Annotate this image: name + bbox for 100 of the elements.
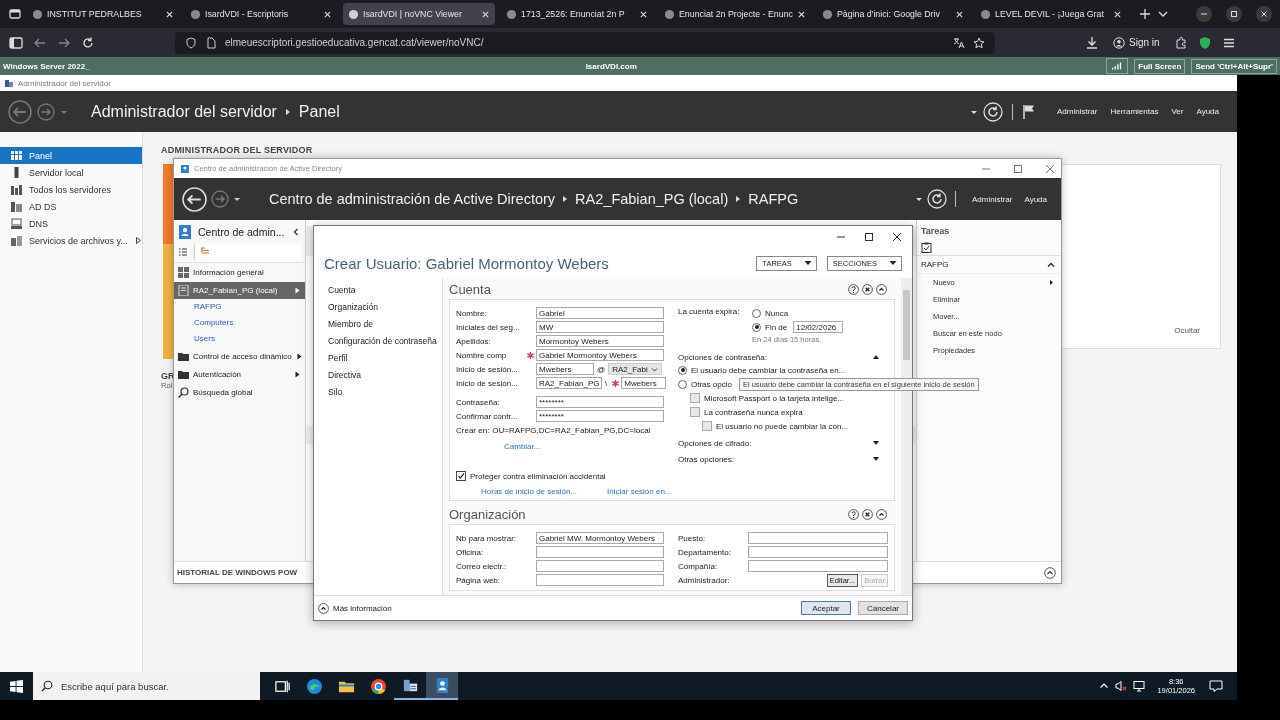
help-icon[interactable] bbox=[848, 283, 859, 295]
network-icon[interactable] bbox=[1133, 680, 1146, 692]
expand-arrow-icon[interactable] bbox=[134, 237, 142, 244]
plus-icon[interactable] bbox=[1139, 8, 1151, 20]
list-view-icon[interactable] bbox=[178, 247, 188, 257]
sidebar-item[interactable]: DNS bbox=[0, 215, 142, 232]
menu-item[interactable]: Ver bbox=[1171, 107, 1184, 116]
navigation-item[interactable]: Búsqueda global bbox=[174, 384, 305, 401]
address-field[interactable]: elmeuescriptori.gestioeducativa.gencat.cat/viewer/noVNC/ bbox=[175, 31, 995, 54]
text-field[interactable]: Gabriel MW. Mormontoy Webers bbox=[536, 532, 664, 544]
navigation-item[interactable]: Control de acceso dinámico bbox=[174, 348, 305, 365]
action-link[interactable]: Horas de inicio de sesión... bbox=[481, 487, 578, 496]
clipboard-icon[interactable] bbox=[921, 242, 932, 253]
text-field[interactable]: RA2_Fabian_PG bbox=[536, 377, 602, 389]
expand-arrow-icon[interactable] bbox=[295, 353, 303, 360]
restore-icon[interactable] bbox=[1226, 6, 1242, 22]
reload-icon[interactable] bbox=[81, 35, 95, 50]
text-field[interactable]: Mormontoy Webers bbox=[536, 335, 664, 347]
browser-tab[interactable]: Enunciat 2n Projecte - Enunc bbox=[659, 3, 811, 25]
text-field[interactable]: Gabriel bbox=[536, 307, 664, 319]
expand-circle-icon[interactable] bbox=[1044, 566, 1056, 579]
sidebar-item[interactable]: Servidor local bbox=[0, 164, 142, 181]
viewer-button[interactable]: Send 'Ctrl+Alt+Supr' bbox=[1191, 58, 1277, 74]
text-field[interactable]: Mwebers bbox=[621, 377, 666, 389]
menu-item[interactable]: Administrar bbox=[1056, 107, 1098, 116]
change-link[interactable]: Cambiar... bbox=[504, 442, 541, 451]
section-link[interactable]: Configuración de contraseña bbox=[328, 336, 442, 346]
section-link[interactable]: Cuenta bbox=[328, 285, 442, 295]
text-field[interactable] bbox=[748, 560, 888, 572]
browser-tab[interactable]: INSTITUT PEDRALBES bbox=[27, 3, 179, 25]
radio-button[interactable] bbox=[752, 322, 761, 332]
text-field[interactable] bbox=[748, 546, 888, 558]
windows-logo-icon[interactable] bbox=[10, 679, 23, 693]
breadcrumb-item[interactable]: Centro de administración de Active Directory bbox=[269, 191, 556, 207]
navigation-item[interactable]: Autenticación bbox=[174, 366, 305, 383]
search-field[interactable]: Escribe aquí para buscar. bbox=[33, 672, 260, 700]
section-link[interactable]: Directiva bbox=[328, 370, 442, 380]
collapse-circle-icon[interactable] bbox=[876, 283, 887, 295]
download-icon[interactable] bbox=[1085, 35, 1099, 50]
password-field[interactable]: ******** bbox=[536, 410, 664, 422]
browser-tab[interactable]: LEVEL DEVIL - ¡Juega Grat bbox=[975, 3, 1127, 25]
domain-dropdown[interactable]: RA2_Fabi bbox=[608, 363, 663, 375]
navigation-link[interactable]: RAFPG bbox=[174, 299, 305, 315]
action-link[interactable]: Iniciar sesión en... bbox=[607, 487, 672, 496]
radio-button[interactable] bbox=[752, 308, 761, 318]
section-toggle[interactable]: Opciones de contraseña: bbox=[678, 351, 888, 363]
breadcrumb-item[interactable]: RAFPG bbox=[748, 191, 799, 207]
section-link[interactable]: Organización bbox=[328, 302, 442, 312]
browser-tab[interactable]: IsardVDI - Escriptoris bbox=[185, 3, 337, 25]
section-toggle[interactable]: Otras opciones: bbox=[678, 453, 888, 465]
minimize-icon[interactable] bbox=[1196, 6, 1212, 22]
browser-tab[interactable]: Pàgina d'inici: Google Driv bbox=[817, 3, 969, 25]
collapse-circle-icon[interactable] bbox=[876, 508, 887, 520]
close-icon[interactable] bbox=[892, 232, 902, 242]
task-group-header[interactable]: RAFPG bbox=[917, 256, 1061, 274]
radio-button[interactable] bbox=[678, 365, 687, 375]
menu-item[interactable]: Ayuda bbox=[1024, 194, 1047, 204]
breadcrumb-item[interactable]: Administrador del servidor bbox=[91, 102, 277, 121]
flag-icon[interactable] bbox=[1021, 103, 1036, 120]
checkbox[interactable] bbox=[456, 471, 466, 481]
close-circle-icon[interactable] bbox=[862, 283, 873, 295]
navigation-link[interactable]: Users bbox=[174, 331, 305, 347]
close-circle-icon[interactable] bbox=[862, 508, 873, 520]
refresh-icon[interactable] bbox=[982, 101, 1003, 122]
checkbox[interactable] bbox=[690, 407, 700, 417]
menu-item[interactable]: Herramientas bbox=[1110, 107, 1159, 116]
dialog-button[interactable]: Cancelar bbox=[858, 601, 908, 615]
text-field[interactable] bbox=[536, 560, 664, 572]
text-field[interactable] bbox=[536, 574, 664, 586]
section-link[interactable]: Silo bbox=[328, 387, 442, 397]
text-field[interactable]: Mwebers bbox=[536, 363, 594, 375]
section-toggle[interactable]: Opciones de cifrado: bbox=[678, 437, 888, 449]
menu-item[interactable]: Administrar bbox=[972, 194, 1013, 204]
sidebar-item[interactable]: Servicios de archivos y... bbox=[0, 232, 142, 249]
maximize-icon[interactable] bbox=[864, 232, 874, 242]
sidebar-item[interactable]: Todos los servidores bbox=[0, 181, 142, 198]
sign-in-button[interactable]: Sign in bbox=[1109, 34, 1164, 51]
text-field[interactable]: MW bbox=[536, 321, 664, 333]
sidebar-item[interactable]: Panel bbox=[0, 147, 142, 164]
shield-icon[interactable] bbox=[1197, 35, 1212, 50]
browser-tab[interactable]: IsardVDI | noVNC Viewer bbox=[343, 3, 495, 25]
text-field[interactable]: Gabriel Mormontoy Webers bbox=[536, 349, 664, 361]
caret-icon[interactable] bbox=[233, 195, 241, 203]
hide-link[interactable]: Ocultar bbox=[1174, 326, 1200, 335]
dialog-button[interactable]: Aceptar bbox=[801, 601, 851, 615]
refresh-icon[interactable] bbox=[927, 189, 947, 209]
tab-overview-icon[interactable] bbox=[9, 8, 21, 20]
speaker-muted-icon[interactable] bbox=[1115, 680, 1128, 692]
navigation-item[interactable]: Información general bbox=[174, 264, 305, 281]
browser-tab[interactable]: 1713_2526: Enunciat 2n P bbox=[501, 3, 653, 25]
signal-icon[interactable] bbox=[1106, 58, 1129, 74]
translate-icon[interactable] bbox=[953, 36, 965, 49]
navigation-link[interactable]: Computers bbox=[174, 315, 305, 331]
notification-icon[interactable] bbox=[1209, 679, 1223, 693]
star-icon[interactable] bbox=[973, 36, 985, 49]
expand-arrow-icon[interactable] bbox=[294, 371, 301, 378]
more-info-toggle[interactable]: Más información bbox=[318, 602, 392, 614]
section-link[interactable]: Miembro de bbox=[328, 319, 442, 329]
navigation-item[interactable]: RA2_Fabian_PG (local) bbox=[174, 282, 305, 299]
menu-item[interactable]: Ayuda bbox=[1196, 107, 1219, 116]
